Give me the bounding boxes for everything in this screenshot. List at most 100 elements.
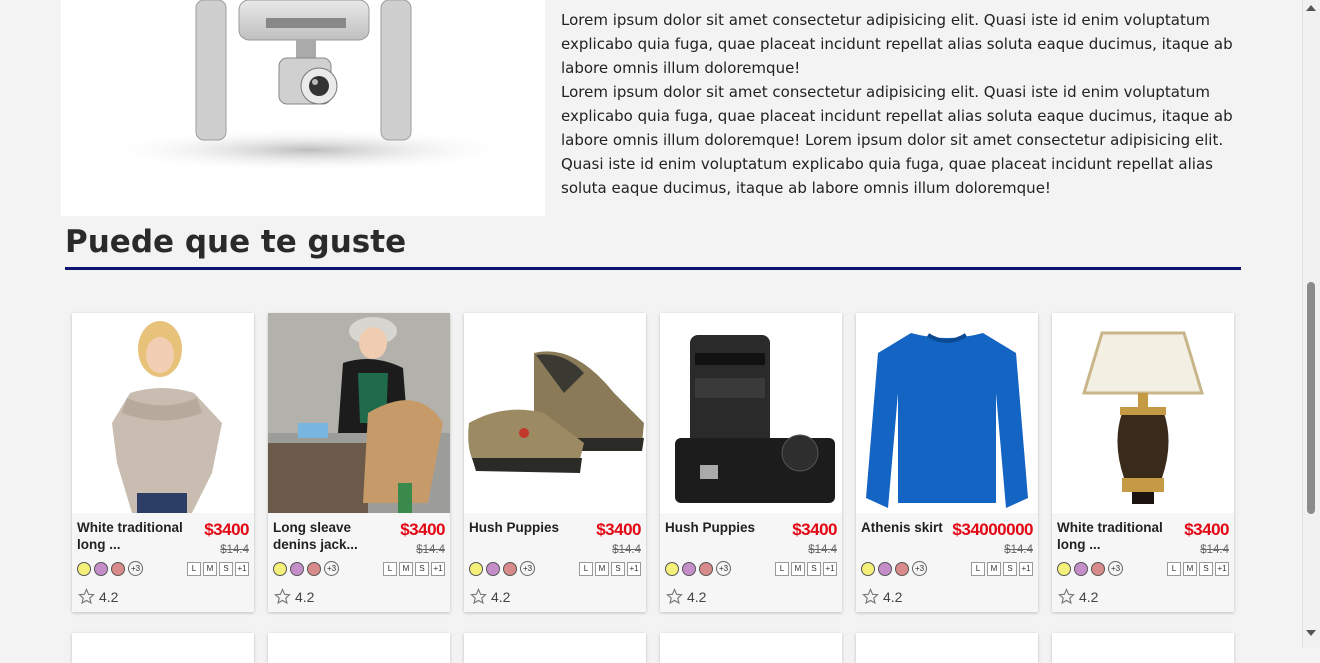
size-option-l[interactable]: L bbox=[1167, 562, 1181, 576]
product-name[interactable]: Long sleave denins jack... bbox=[273, 519, 395, 553]
product-rating: 4.2 bbox=[274, 588, 314, 605]
product-card[interactable] bbox=[72, 633, 254, 663]
color-swatch-yellow[interactable] bbox=[665, 561, 679, 576]
size-option-s[interactable]: S bbox=[1003, 562, 1017, 576]
product-name[interactable]: Hush Puppies bbox=[469, 519, 591, 536]
size-option-s[interactable]: S bbox=[611, 562, 625, 576]
product-card[interactable]: White traditional long ... $3400 $14.4 +… bbox=[72, 313, 254, 612]
size-option-s[interactable]: S bbox=[219, 562, 233, 576]
product-image[interactable] bbox=[856, 313, 1038, 513]
description-paragraph: Lorem ipsum dolor sit amet consectetur a… bbox=[561, 83, 1233, 197]
section-divider bbox=[65, 267, 1241, 270]
color-swatch-yellow[interactable] bbox=[273, 561, 287, 576]
color-swatch-purple[interactable] bbox=[486, 561, 500, 576]
product-name[interactable]: White traditional long ... bbox=[1057, 519, 1179, 553]
size-option-m[interactable]: M bbox=[203, 562, 217, 576]
star-icon bbox=[274, 588, 291, 605]
product-card[interactable] bbox=[856, 633, 1038, 663]
more-colors-badge[interactable]: +3 bbox=[912, 561, 927, 576]
size-option-m[interactable]: M bbox=[399, 562, 413, 576]
product-name[interactable]: Hush Puppies bbox=[665, 519, 787, 536]
color-swatch-yellow[interactable] bbox=[1057, 561, 1071, 576]
description-paragraph: Lorem ipsum dolor sit amet consectetur a… bbox=[561, 11, 1233, 77]
product-card[interactable]: Hush Puppies $3400 $14.4 +3 L M S +1 4.2 bbox=[660, 313, 842, 612]
star-icon bbox=[862, 588, 879, 605]
more-sizes-badge[interactable]: +1 bbox=[235, 562, 249, 576]
more-colors-badge[interactable]: +3 bbox=[1108, 561, 1123, 576]
scroll-down-arrow-icon[interactable] bbox=[1306, 630, 1316, 636]
color-swatch-red[interactable] bbox=[111, 561, 125, 576]
product-price: $3400 bbox=[1184, 520, 1229, 539]
color-swatch-red[interactable] bbox=[1091, 561, 1105, 576]
rating-value: 4.2 bbox=[295, 588, 315, 605]
more-sizes-badge[interactable]: +1 bbox=[627, 562, 641, 576]
size-option-m[interactable]: M bbox=[791, 562, 805, 576]
size-option-s[interactable]: S bbox=[415, 562, 429, 576]
product-image[interactable] bbox=[268, 313, 450, 513]
color-swatch-purple[interactable] bbox=[878, 561, 892, 576]
drone-image bbox=[99, 0, 519, 172]
more-sizes-badge[interactable]: +1 bbox=[1019, 562, 1033, 576]
color-swatch-yellow[interactable] bbox=[77, 561, 91, 576]
size-option-l[interactable]: L bbox=[579, 562, 593, 576]
size-option-m[interactable]: M bbox=[1183, 562, 1197, 576]
product-card[interactable] bbox=[464, 633, 646, 663]
star-icon bbox=[1058, 588, 1075, 605]
size-options: L M S +1 bbox=[185, 562, 249, 576]
product-card[interactable] bbox=[660, 633, 842, 663]
product-card[interactable]: Long sleave denins jack... $3400 $14.4 +… bbox=[268, 313, 450, 612]
color-swatch-red[interactable] bbox=[503, 561, 517, 576]
color-swatch-red[interactable] bbox=[699, 561, 713, 576]
size-option-l[interactable]: L bbox=[971, 562, 985, 576]
color-options: +3 bbox=[469, 561, 535, 576]
color-swatch-red[interactable] bbox=[307, 561, 321, 576]
more-sizes-badge[interactable]: +1 bbox=[823, 562, 837, 576]
product-main-image bbox=[61, 0, 545, 216]
page-scrollbar[interactable] bbox=[1302, 0, 1320, 648]
scrollbar-thumb[interactable] bbox=[1307, 282, 1315, 514]
scroll-up-arrow-icon[interactable] bbox=[1306, 5, 1316, 11]
size-option-l[interactable]: L bbox=[383, 562, 397, 576]
product-card[interactable]: Athenis skirt $34000000 $14.4 +3 L M S +… bbox=[856, 313, 1038, 612]
more-colors-badge[interactable]: +3 bbox=[520, 561, 535, 576]
color-swatch-purple[interactable] bbox=[682, 561, 696, 576]
product-old-price: $14.4 bbox=[416, 544, 445, 556]
product-image[interactable] bbox=[1052, 313, 1234, 513]
more-sizes-badge[interactable]: +1 bbox=[1215, 562, 1229, 576]
product-image[interactable] bbox=[72, 313, 254, 513]
product-price: $34000000 bbox=[952, 520, 1033, 539]
more-colors-badge[interactable]: +3 bbox=[716, 561, 731, 576]
product-old-price: $14.4 bbox=[808, 544, 837, 556]
color-swatch-red[interactable] bbox=[895, 561, 909, 576]
size-option-l[interactable]: L bbox=[187, 562, 201, 576]
more-sizes-badge[interactable]: +1 bbox=[431, 562, 445, 576]
rating-value: 4.2 bbox=[1079, 588, 1099, 605]
product-old-price: $14.4 bbox=[1004, 544, 1033, 556]
size-option-l[interactable]: L bbox=[775, 562, 789, 576]
more-colors-badge[interactable]: +3 bbox=[128, 561, 143, 576]
child-jacket-image bbox=[268, 313, 450, 513]
more-colors-badge[interactable]: +3 bbox=[324, 561, 339, 576]
product-image[interactable] bbox=[464, 313, 646, 513]
rating-value: 4.2 bbox=[883, 588, 903, 605]
color-swatch-purple[interactable] bbox=[290, 561, 304, 576]
size-option-s[interactable]: S bbox=[807, 562, 821, 576]
product-rating: 4.2 bbox=[470, 588, 510, 605]
product-card[interactable]: White traditional long ... $3400 $14.4 +… bbox=[1052, 313, 1234, 612]
product-price: $3400 bbox=[792, 520, 837, 539]
color-swatch-purple[interactable] bbox=[1074, 561, 1088, 576]
size-option-m[interactable]: M bbox=[987, 562, 1001, 576]
product-card[interactable] bbox=[268, 633, 450, 663]
product-card[interactable]: Hush Puppies $3400 $14.4 +3 L M S +1 4.2 bbox=[464, 313, 646, 612]
size-option-m[interactable]: M bbox=[595, 562, 609, 576]
color-swatch-purple[interactable] bbox=[94, 561, 108, 576]
color-options: +3 bbox=[77, 561, 143, 576]
color-swatch-yellow[interactable] bbox=[469, 561, 483, 576]
product-card[interactable] bbox=[1052, 633, 1234, 663]
product-old-price: $14.4 bbox=[1200, 544, 1229, 556]
product-name[interactable]: White traditional long ... bbox=[77, 519, 199, 553]
size-option-s[interactable]: S bbox=[1199, 562, 1213, 576]
star-icon bbox=[666, 588, 683, 605]
color-swatch-yellow[interactable] bbox=[861, 561, 875, 576]
product-image[interactable] bbox=[660, 313, 842, 513]
